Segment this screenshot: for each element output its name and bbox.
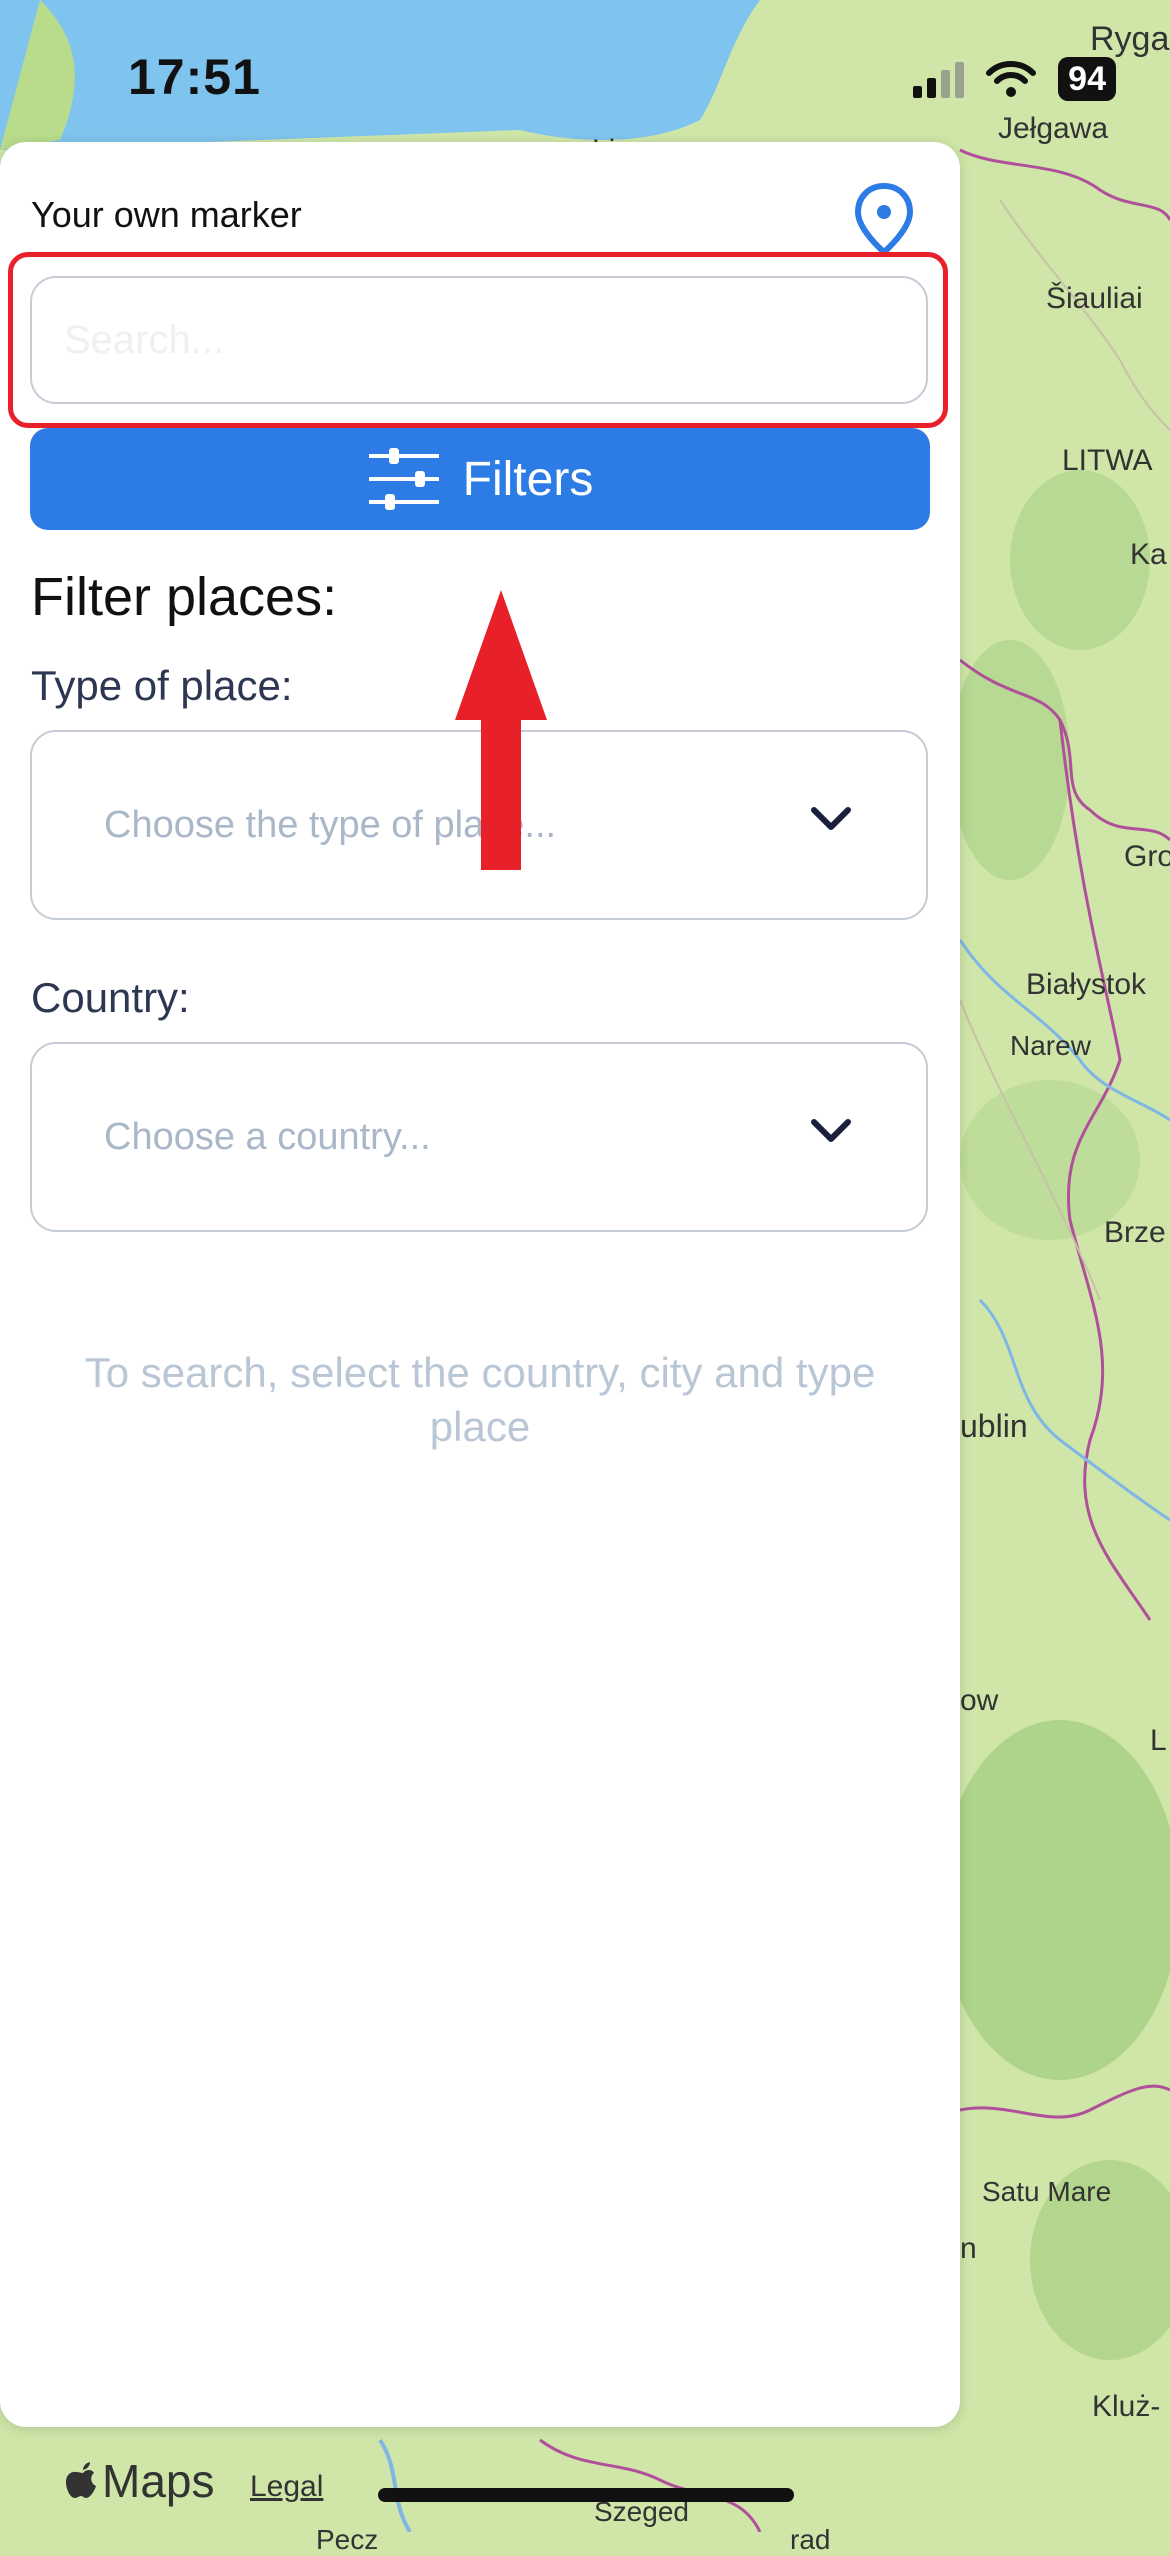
filters-button[interactable]: Filters [30,428,930,530]
type-of-place-label: Type of place: [31,662,293,709]
filters-button-label: Filters [462,452,594,506]
map-label: Jełgawa [998,112,1109,145]
wifi-icon [986,61,1037,97]
apple-maps-logo: Maps [66,2454,214,2508]
map-label: LITWA [1062,444,1153,477]
map-label: rad [790,2524,831,2555]
own-marker-label: Your own marker [31,194,302,235]
map-label: Satu Mare [982,2176,1112,2207]
map-label: Šiauliai [1046,282,1143,315]
map-label: Narew [1010,1030,1091,1061]
apple-logo-icon [66,2462,96,2498]
country-select[interactable]: Choose a country... [30,1042,928,1232]
map-label: Gro [1124,840,1170,873]
sliders-icon [368,448,439,510]
red-arrow-annotation [455,590,547,870]
cellular-signal-icon [913,60,965,98]
search-hint: To search, select the country, city and … [84,1349,876,1450]
map-label: n [960,2232,977,2265]
search-panel: Your own marker Filters Filter places: T… [0,142,960,2427]
highlight-box [8,252,948,428]
map-label: ow [960,1684,999,1717]
map-label: Białystok [1026,968,1147,1001]
map-label: Ka [1130,538,1167,571]
battery-indicator: 94 [1058,57,1116,101]
status-indicators: 94 [913,56,1116,102]
map-label: L [1150,1724,1167,1757]
location-pin-icon[interactable] [852,182,916,258]
legal-link[interactable]: Legal [250,2470,323,2504]
map-label: Pecz [316,2524,379,2555]
chevron-down-icon [811,1119,851,1142]
map-label: Kluż- [1092,2390,1161,2423]
country-placeholder: Choose a country... [104,1116,431,1158]
chevron-down-icon [811,807,851,830]
filter-places-title: Filter places: [31,567,338,627]
country-label: Country: [31,974,190,1021]
home-indicator[interactable] [378,2488,794,2502]
map-label: ublin [960,1408,1028,1444]
map-label: Brze [1104,1216,1166,1249]
status-time: 17:51 [128,49,261,105]
map-label: Ryga [1090,20,1170,58]
maps-brand-label: Maps [102,2455,215,2507]
